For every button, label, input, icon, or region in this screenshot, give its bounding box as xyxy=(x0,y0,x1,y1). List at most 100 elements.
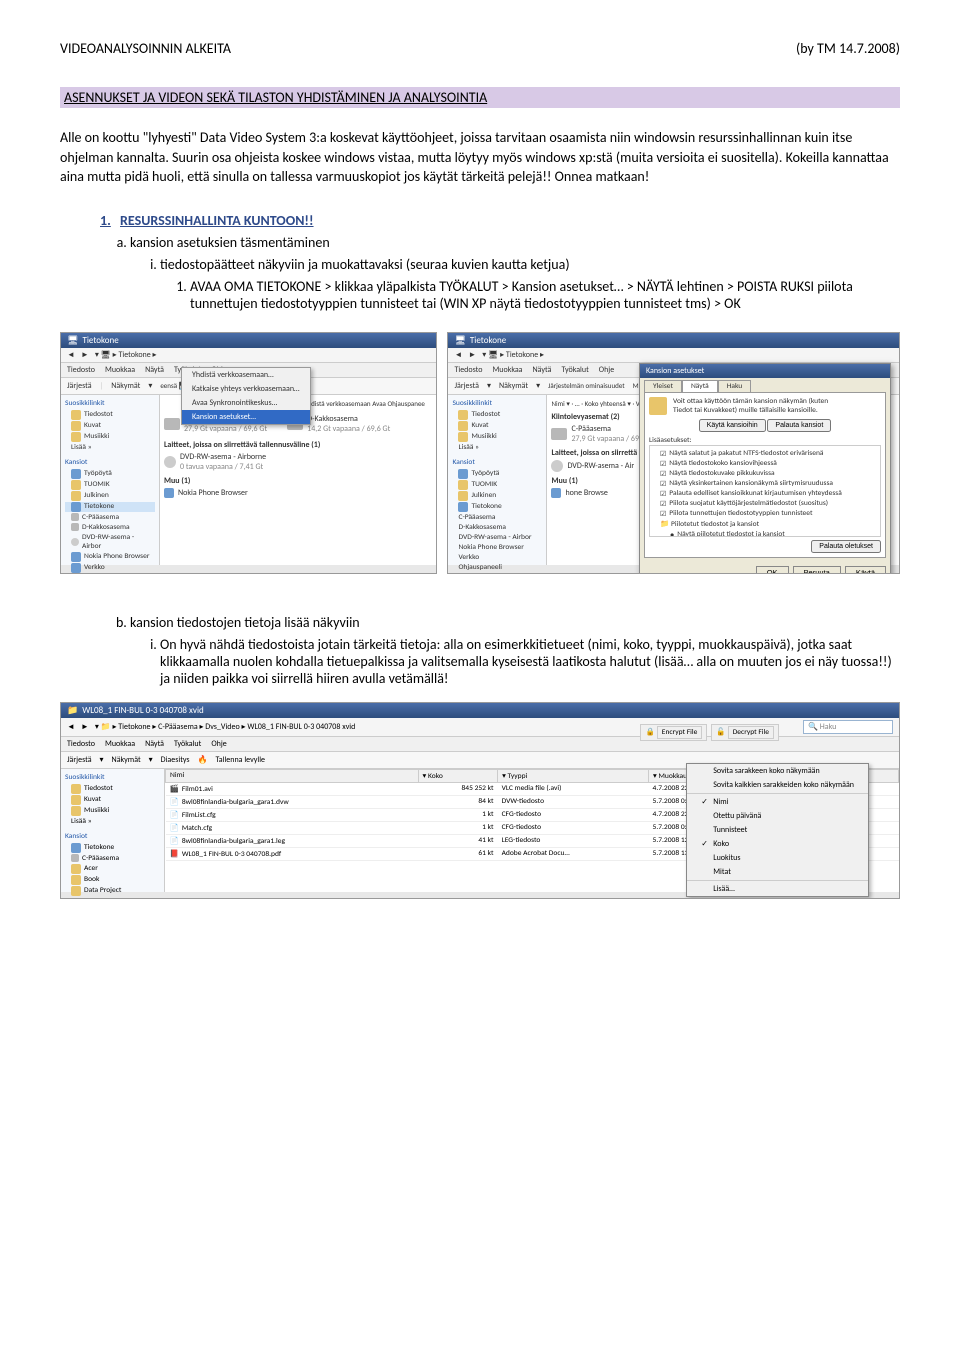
reset-folders-button[interactable]: Palauta kansiot xyxy=(767,419,831,432)
dialog-tabs: Yleiset Näytä Haku xyxy=(640,378,890,392)
screenshot-folder-options: 🖥 Tietokone ◄ ► ▾ 🖥 ▸ Tietokone ▸ Tiedos… xyxy=(447,332,900,574)
intro-paragraph: Alle on koottu "lyhyesti" Data Video Sys… xyxy=(60,128,900,187)
apply-to-folders-button[interactable]: Käytä kansioihin xyxy=(699,419,766,432)
back-arrow-icon[interactable]: ◄ xyxy=(454,350,462,360)
sidebar-music[interactable]: Musiikki xyxy=(65,432,155,442)
folder-dvd[interactable]: DVD-RW-asema - Airbor xyxy=(65,533,155,551)
menu-view[interactable]: Näytä xyxy=(145,365,164,375)
computer-icon: 🖥 xyxy=(454,335,465,346)
encrypt-button[interactable]: 🔒 Encrypt File xyxy=(640,724,707,741)
folder-icon: 📁 xyxy=(67,705,78,716)
folder-d[interactable]: D-Kakkosasema xyxy=(65,523,155,532)
address-bar[interactable]: ◄ ► ▾ 🖥 ▸ Tietokone ▸ xyxy=(61,348,436,363)
item1-a: kansion asetuksien täsmentäminen tiedost… xyxy=(130,234,900,312)
header-left: VIDEOANALYSOINNIN ALKEITA xyxy=(60,40,231,57)
tab-general[interactable]: Yleiset xyxy=(644,380,682,392)
check-hide-protected[interactable]: Piilota suojatut käyttöjärjestelmätiedos… xyxy=(652,499,878,508)
open-control-btn[interactable]: Avaa Ohjauspanee xyxy=(372,399,425,408)
list-item-1: 1. RESURSSINHALLINTA KUNTOON!! kansion a… xyxy=(60,212,900,312)
ctx-col-size[interactable]: Koko xyxy=(687,837,868,851)
header-right: (by TM 14.7.2008) xyxy=(796,40,900,57)
folder-network[interactable]: Verkko xyxy=(65,563,155,573)
item1-title: RESURSSINHALLINTA KUNTOON!! xyxy=(120,212,314,229)
nav-sidebar: Suosikkilinkit Tiedostot Kuvat Musiikki … xyxy=(448,395,547,565)
drive-dvd[interactable]: DVD-RW-asema - Airborne0 tavua vapaana /… xyxy=(164,452,432,472)
ctx-col-taken[interactable]: Otettu päivänä xyxy=(687,809,868,823)
ctx-col-name[interactable]: Nimi xyxy=(687,795,868,809)
folder-c[interactable]: C-Pääasema xyxy=(65,513,155,522)
item-b-label: kansion tiedostojen tietoja lisää näkyvi… xyxy=(130,614,360,631)
search-input[interactable]: 🔍 Haku xyxy=(803,720,893,734)
folder-options-dialog: Kansion asetukset Yleiset Näytä Haku Voi… xyxy=(639,363,891,574)
sidebar-more[interactable]: Lisää » xyxy=(65,443,155,452)
tab-search[interactable]: Haku xyxy=(718,380,752,392)
sidebar-documents[interactable]: Tiedostot xyxy=(65,410,155,420)
organize-button[interactable]: Järjestä xyxy=(67,381,92,391)
section-banner: ASENNUKSET JA VIDEON SEKÄ TILASTON YHDIS… xyxy=(60,87,900,108)
check-filesize-tip[interactable]: Näytä tiedostokoko kansiovihjeessä xyxy=(652,459,878,468)
computer-icon: 🖥 xyxy=(67,335,78,346)
item1-a-label: kansion asetuksien täsmentäminen xyxy=(130,234,330,251)
radio-show-hidden[interactable]: Näytä piilotetut tiedostot ja kansiot xyxy=(652,530,878,537)
nokia-browser[interactable]: Nokia Phone Browser xyxy=(164,488,432,498)
screenshot-row-1: 🖥 Tietokone ◄ ► ▾ 🖥 ▸ Tietokone ▸ Tiedos… xyxy=(60,332,900,574)
dialog-title: Kansion asetukset xyxy=(640,364,890,378)
back-arrow-icon[interactable]: ◄ xyxy=(67,350,75,360)
decrypt-button[interactable]: 🔓 Decrypt File xyxy=(711,724,779,741)
breadcrumb-text: Tietokone xyxy=(118,350,150,360)
menu-edit[interactable]: Muokkaa xyxy=(105,365,135,375)
folder-tuomik[interactable]: TUOMIK xyxy=(65,480,155,490)
folder-icon xyxy=(649,397,667,415)
ctx-col-rating[interactable]: Luokitus xyxy=(687,851,868,865)
window-titlebar: 🖥 Tietokone xyxy=(61,333,436,348)
check-simple-nav[interactable]: Näytä yksinkertainen kansionäkymä siirty… xyxy=(652,479,878,488)
back-arrow-icon[interactable]: ◄ xyxy=(67,722,75,732)
col-name[interactable]: Nimi xyxy=(166,769,419,782)
window-title: Tietokone xyxy=(82,335,118,346)
menu-file[interactable]: Tiedosto xyxy=(67,365,95,375)
check-ntfs-color[interactable]: Näytä salatut ja pakatut NTFS-tiedostot … xyxy=(652,449,878,458)
check-hide-extensions[interactable]: Piilota tunnettujen tiedostotyyppien tun… xyxy=(652,509,878,518)
check-file-icon[interactable]: Näytä tiedostokuvake pikkukuvissa xyxy=(652,469,878,478)
menu-disconnect[interactable]: Katkaise yhteys verkkoasemaan… xyxy=(182,382,310,396)
window-title: Tietokone xyxy=(470,335,506,346)
ctx-col-tags[interactable]: Tunnisteet xyxy=(687,823,868,837)
item-b-i: On hyvä nähdä tiedostoista jotain tärkei… xyxy=(160,636,900,687)
folder-desktop[interactable]: Työpöytä xyxy=(65,469,155,479)
apply-button[interactable]: Käytä xyxy=(845,566,886,574)
sidebar-pictures[interactable]: Kuvat xyxy=(65,421,155,431)
drive-icon xyxy=(164,418,180,430)
tab-view[interactable]: Näytä xyxy=(682,380,718,392)
fwd-arrow-icon[interactable]: ► xyxy=(81,350,89,360)
ctx-more[interactable]: Lisää… xyxy=(687,882,868,896)
connect-drive-btn[interactable]: Yhdistä verkkoasemaan xyxy=(304,399,371,408)
ctx-size-to-fit[interactable]: Sovita sarakkeen koko näkymään xyxy=(687,764,868,778)
col-type[interactable]: ▾ Tyyppi xyxy=(498,769,649,782)
menu-folder-options[interactable]: Kansion asetukset… xyxy=(182,410,310,424)
window-titlebar: 🖥 Tietokone xyxy=(448,333,899,348)
item-b: kansion tiedostojen tietoja lisää näkyvi… xyxy=(130,614,900,687)
column-context-menu: Sovita sarakkeen koko näkymään Sovita ka… xyxy=(686,763,869,897)
ctx-size-all[interactable]: Sovita kaikkien sarakkeiden koko näkymää… xyxy=(687,778,868,792)
fwd-arrow-icon[interactable]: ► xyxy=(81,722,89,732)
nav-sidebar: Suosikkilinkit Tiedostot Kuvat Musiikki … xyxy=(61,395,160,565)
fwd-arrow-icon[interactable]: ► xyxy=(468,350,476,360)
item1-a-i-1: AVAA OMA TIETOKONE > klikkaa yläpalkista… xyxy=(190,278,900,312)
folder-public[interactable]: Julkinen xyxy=(65,491,155,501)
menu-sync[interactable]: Avaa Synkronointikeskus… xyxy=(182,396,310,410)
cancel-button[interactable]: Peruuta xyxy=(793,566,841,574)
screenshot-explorer-tools-menu: 🖥 Tietokone ◄ ► ▾ 🖥 ▸ Tietokone ▸ Tiedos… xyxy=(60,332,437,574)
restore-defaults-button[interactable]: Palauta oletukset xyxy=(811,540,881,553)
address-bar[interactable]: ◄ ► ▾ 🖥 ▸ Tietokone ▸ xyxy=(448,348,899,363)
item1-a-i-label: tiedostopäätteet näkyviin ja muokattavak… xyxy=(160,256,570,273)
folder-nokia[interactable]: Nokia Phone Browser xyxy=(65,552,155,562)
ok-button[interactable]: OK xyxy=(756,566,789,574)
ctx-col-dimensions[interactable]: Mitat xyxy=(687,865,868,879)
menu-map-drive[interactable]: Yhdistä verkkoasemaan… xyxy=(182,368,310,382)
views-button[interactable]: Näkymät xyxy=(111,381,140,391)
folder-computer[interactable]: Tietokone xyxy=(65,502,155,512)
col-size[interactable]: ▾ Koko xyxy=(418,769,498,782)
breadcrumb-text: Tietokone ▸ C-Pääasema ▸ Dvs_Video ▸ WL0… xyxy=(118,722,355,732)
check-restore-windows[interactable]: Palauta edelliset kansioikkunat kirjautu… xyxy=(652,489,878,498)
window-titlebar: 📁 WL08_1 FIN-BUL 0-3 040708 xvid xyxy=(61,703,899,718)
